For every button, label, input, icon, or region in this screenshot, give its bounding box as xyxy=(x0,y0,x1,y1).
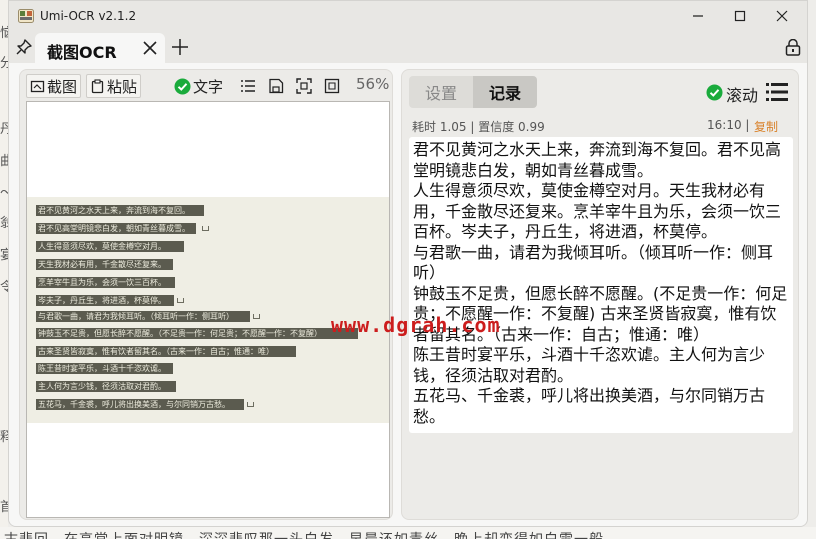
ocr-result-text[interactable]: 君不见黄河之水天上来，奔流到海不复回。君不见高堂明镜悲白发，朝如青丝暮成雪。 人… xyxy=(413,140,789,427)
pin-icon[interactable] xyxy=(15,38,33,56)
tab-close-icon[interactable] xyxy=(143,41,157,55)
ocr-result-textbox[interactable]: 君不见黄河之水天上来，奔流到海不复回。君不见高堂明镜悲白发，朝如青丝暮成雪。 人… xyxy=(409,137,793,433)
paste-button[interactable]: 粘贴 xyxy=(86,74,142,98)
window-title: Umi-OCR v2.1.2 xyxy=(40,9,137,23)
image-panel: 截图 粘贴 文字 56% 君不见黄河之水天上来，奔流到海不复回。 君不见高堂明镜… xyxy=(19,69,393,520)
screenshot-label: 截图 xyxy=(47,77,78,96)
fit-window-icon[interactable] xyxy=(296,78,312,94)
ocr-stats: 耗时 1.05 | 置信度 0.99 xyxy=(412,120,545,134)
tab-records[interactable]: 记录 xyxy=(473,76,537,108)
line-break-mark xyxy=(253,314,260,319)
close-icon xyxy=(776,10,788,22)
preview-line: 烹羊宰牛且为乐，会须一饮三百杯。 xyxy=(36,277,175,288)
background-text: 古悲回。在高堂上面对明镜，深深悲叹那一头白发，早晨还如青丝，晚上却变得如白雪一般… xyxy=(4,529,619,539)
result-panel: 设置 记录 滚动 耗时 1.05 | 置信度 0.99 16:10 | 复制 君… xyxy=(401,69,799,520)
check-circle-icon xyxy=(174,78,191,94)
watermark-text: www.dgrah.com xyxy=(331,313,501,337)
line-break-mark xyxy=(247,402,254,407)
paste-label: 粘贴 xyxy=(107,77,138,96)
text-toggle-label: 文字 xyxy=(193,77,224,96)
image-preview-canvas[interactable]: 君不见黄河之水天上来，奔流到海不复回。 君不见高堂明镜悲白发，朝如青丝暮成雪。 … xyxy=(26,101,390,518)
tab-label: 截图OCR xyxy=(47,43,117,62)
tab-screenshot-ocr[interactable]: 截图OCR xyxy=(35,33,165,63)
ocr-image-preview: 君不见黄河之水天上来，奔流到海不复回。 君不见高堂明镜悲白发，朝如青丝暮成雪。 … xyxy=(27,197,389,423)
menu-icon[interactable] xyxy=(766,82,788,102)
lock-icon[interactable] xyxy=(785,39,801,56)
preview-line: 人生得意须尽欢，莫使金樽空对月。 xyxy=(36,241,184,252)
text-toggle[interactable]: 文字 xyxy=(174,74,223,98)
desktop-background-left: 恼 分 丹 曲 〜 翁 宴 令 释 首 xyxy=(0,0,13,539)
line-break-mark xyxy=(202,226,209,231)
preview-line: 岑夫子，丹丘生，将进酒，杯莫停。 xyxy=(36,295,174,306)
preview-line: 陈王昔时宴平乐，斗酒十千恣欢谑。 xyxy=(36,363,173,374)
preview-line: 主人何为言少钱，径须沽取对君酌。 xyxy=(36,381,176,392)
maximize-icon xyxy=(734,10,746,22)
preview-line: 与君歌一曲，请君为我倾耳听。（倾耳听一作：侧耳听） xyxy=(36,311,250,322)
clipboard-icon xyxy=(91,78,104,93)
ocr-timestamp: 16:10 | xyxy=(707,118,750,132)
app-logo-icon xyxy=(18,9,34,23)
preview-line: 钟鼓玉不足贵，但愿长醉不愿醒。（不足贵一作：何足贵；不愿醒一作：不复醒） xyxy=(36,328,358,339)
preview-line: 古来圣贤皆寂寞，惟有饮者留其名。（古来一作：自古；惟通：唯） xyxy=(36,346,296,357)
add-tab-icon[interactable] xyxy=(171,38,189,56)
preview-line: 君不见高堂明镜悲白发，朝如青丝暮成雪。 xyxy=(36,223,196,234)
tab-bar: 截图OCR xyxy=(9,31,807,63)
zoom-level: 56% xyxy=(356,75,390,93)
preview-line: 天生我材必有用，千金散尽还复来。 xyxy=(36,259,173,270)
line-break-mark xyxy=(177,298,184,303)
title-bar[interactable]: Umi-OCR v2.1.2 xyxy=(9,1,807,31)
actual-size-icon[interactable] xyxy=(324,78,340,94)
preview-line: 君不见黄河之水天上来，奔流到海不复回。 xyxy=(36,205,204,216)
minimize-button[interactable] xyxy=(685,5,711,27)
copy-button[interactable]: 复制 xyxy=(754,118,778,135)
tab-content: 截图 粘贴 文字 56% 君不见黄河之水天上来，奔流到海不复回。 君不见高堂明镜… xyxy=(9,63,807,526)
check-circle-icon[interactable] xyxy=(706,84,723,101)
app-window: Umi-OCR v2.1.2 截图OCR 截图 粘贴 文字 56% 君不见黄河之… xyxy=(8,0,808,527)
save-icon[interactable] xyxy=(268,78,284,94)
close-window-button[interactable] xyxy=(769,5,795,27)
tab-settings[interactable]: 设置 xyxy=(409,76,473,108)
screenshot-icon xyxy=(30,80,45,92)
preview-line: 五花马，千金裘，呼儿将出换美酒，与尔同销万古愁。 xyxy=(36,399,244,410)
maximize-button[interactable] xyxy=(727,5,753,27)
desktop-background-bottom: 古悲回。在高堂上面对明镜，深深悲叹那一头白发，早晨还如青丝，晚上却变得如白雪一般… xyxy=(0,527,816,539)
minimize-icon xyxy=(693,15,703,17)
screenshot-button[interactable]: 截图 xyxy=(26,74,82,98)
text-list-icon[interactable] xyxy=(240,78,256,94)
auto-scroll-toggle[interactable]: 滚动 xyxy=(726,82,758,106)
